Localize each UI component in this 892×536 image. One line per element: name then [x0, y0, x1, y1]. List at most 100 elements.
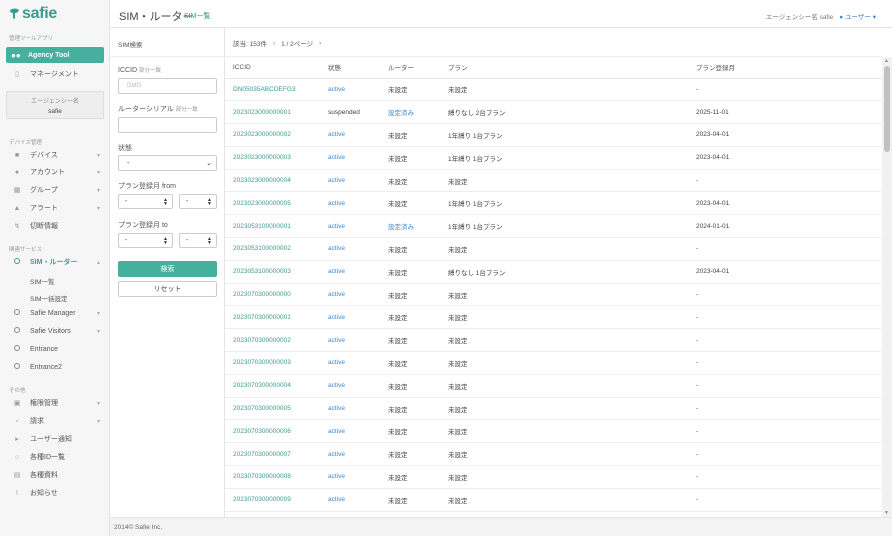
nav-account[interactable]: ● アカウント ▾ [0, 165, 110, 179]
radio-icon [12, 363, 22, 371]
status-cell: suspended [328, 100, 388, 125]
scroll-down-icon[interactable]: ▼ [884, 510, 889, 516]
plan-from-year-select[interactable]: - ▲ ▼ [118, 194, 173, 209]
nav-entrance[interactable]: Entrance [0, 342, 110, 356]
plan-cell: 1年縛り 1台プラン [448, 123, 696, 147]
plan-month-cell: 2023-04-01 [696, 191, 884, 216]
iccid-label-text: ICCID [118, 67, 138, 74]
iccid-link[interactable]: 2023053100000003 [225, 260, 328, 284]
nav-sim-list[interactable]: SIM一覧 [30, 276, 55, 286]
vertical-scrollbar[interactable]: ▲ ▼ [882, 57, 892, 517]
table-row: 2023023000000003 active 未設定 1年縛り 1台プラン 2023-… [225, 146, 884, 170]
plan-to-year-select[interactable]: - ▲ ▼ [118, 233, 173, 248]
user-menu[interactable]: ● ユーザー ▾ [839, 11, 876, 21]
iccid-link[interactable]: 2023070300000009 [225, 488, 328, 512]
nav-device[interactable]: ■ デバイス ▾ [0, 148, 110, 162]
nav-safie-visitors[interactable]: Safie Visitors ▾ [0, 324, 110, 338]
router-cell[interactable]: 設定済み [388, 100, 448, 125]
iccid-input[interactable]: DMO [118, 78, 217, 94]
iccid-link[interactable]: 2023070300000008 [225, 465, 328, 489]
nav-id-list[interactable]: ○ 各種ID一覧 [0, 450, 110, 464]
nav-safie-manager-label: Safie Manager [30, 309, 76, 317]
plan-cell: 未設定 [448, 465, 696, 489]
plan-cell: 未設定 [448, 305, 696, 330]
chevron-down-icon: ▾ [96, 328, 100, 335]
column-header-iccid[interactable]: ICCID [225, 57, 328, 79]
plan-from-label: プラン登録月 from [118, 183, 176, 190]
search-button[interactable]: 検索 [118, 261, 217, 277]
iccid-link[interactable]: 2023023000000002 [225, 123, 328, 147]
nav-news[interactable]: ! お知らせ [0, 486, 110, 500]
iccid-link[interactable]: 2023023000000004 [225, 169, 328, 193]
plan-month-cell: - [696, 305, 884, 330]
iccid-link[interactable]: 2023070300000000 [225, 283, 328, 307]
router-serial-input[interactable] [118, 117, 217, 133]
router-cell: 未設定 [388, 328, 448, 353]
iccid-link[interactable]: 2023070300000003 [225, 351, 328, 375]
iccid-link[interactable]: 2023070300000005 [225, 397, 328, 421]
status-cell: active [328, 283, 388, 307]
nav-sim-bulk[interactable]: SIM一括設定 [30, 293, 68, 303]
router-cell: 未設定 [388, 442, 448, 467]
iccid-link[interactable]: 2023023000000001 [225, 100, 328, 125]
plan-month-cell: - [696, 283, 884, 307]
plan-cell: 未設定 [448, 442, 696, 467]
column-header-router[interactable]: ルーター [388, 57, 448, 79]
column-header-plan[interactable]: プラン [448, 57, 696, 79]
nav-alert-label: アラート [30, 205, 58, 212]
plan-cell: 未設定 [448, 283, 696, 307]
nav-safie-manager[interactable]: Safie Manager ▾ [0, 306, 110, 320]
status-select[interactable]: - ⌄ [118, 155, 217, 171]
iccid-link[interactable]: DN05035ABCDEFG3 [225, 78, 328, 102]
nav-entrance2-label: Entrance2 [30, 363, 62, 371]
nav-billing[interactable]: ▫ 請求 ▾ [0, 414, 110, 428]
iccid-label: ICCID 部分一致 [118, 66, 161, 74]
status-cell: active [328, 397, 388, 421]
iccid-link[interactable]: 2023070300000004 [225, 374, 328, 398]
iccid-link[interactable]: 2023053100000002 [225, 237, 328, 261]
next-page-button[interactable]: › [319, 40, 321, 47]
router-cell[interactable]: 設定済み [388, 214, 448, 239]
plan-cell: 1年縛り 1台プラン [448, 191, 696, 216]
nav-user-notice[interactable]: ▸ ユーザー通知 [0, 432, 110, 446]
iccid-link[interactable]: 2023070300000007 [225, 442, 328, 467]
nav-permissions[interactable]: ▣ 権限管理 ▾ [0, 396, 110, 410]
chevron-down-icon: ▾ [96, 310, 100, 317]
logo-leaf-icon [9, 8, 20, 20]
column-header-plan-month[interactable]: プラン登録月 [696, 57, 884, 79]
nav-management[interactable]: ▯ マネージメント [0, 67, 110, 81]
table-row: 2023023000000005 active 未設定 1年縛り 1台プラン 2023-… [225, 191, 884, 216]
nav-sim-router[interactable]: SIM・ルーター ▴ [0, 255, 110, 269]
top-bar: SIM・ルーター SIM一覧 エージェンシー名 safie ● ユーザー ▾ [110, 0, 892, 28]
column-header-status[interactable]: 状態 [328, 57, 388, 79]
nav-documents[interactable]: ▤ 各種資料 [0, 468, 110, 482]
iccid-link[interactable]: 2023053100000001 [225, 214, 328, 239]
reset-button[interactable]: リセット [118, 281, 217, 297]
iccid-link[interactable]: 2023023000000005 [225, 191, 328, 216]
bolt-icon: ↯ [14, 223, 20, 230]
plan-to-month-select[interactable]: - ▲ ▼ [179, 233, 217, 248]
iccid-link[interactable]: 2023070300000001 [225, 305, 328, 330]
plan-cell: 縛りなし 2台プラン [448, 100, 696, 125]
plan-month-cell: 2023-04-01 [696, 123, 884, 147]
nav-disconnect[interactable]: ↯ 切断情報 [0, 219, 110, 233]
scroll-thumb[interactable] [884, 66, 890, 152]
nav-entrance2[interactable]: Entrance2 [0, 360, 110, 374]
scroll-up-icon[interactable]: ▲ [884, 58, 889, 64]
chevron-down-icon: ▾ [96, 400, 100, 407]
agency-box-title: エージェンシー名 [31, 99, 79, 105]
nav-agency-tool[interactable]: ●● Agency Tool [6, 47, 104, 63]
plan-from-month-select[interactable]: - ▲ ▼ [179, 194, 217, 209]
router-cell: 未設定 [388, 397, 448, 421]
prev-page-button[interactable]: ‹ [273, 40, 275, 47]
nav-group[interactable]: ▦ グループ ▾ [0, 183, 110, 197]
iccid-link[interactable]: 2023070300000006 [225, 419, 328, 444]
breadcrumb-sim-list[interactable]: SIM一覧 [184, 11, 210, 21]
iccid-link[interactable]: 2023070300000002 [225, 328, 328, 353]
safie-logo[interactable]: safie [9, 5, 57, 22]
nav-alert[interactable]: ▲ アラート ▾ [0, 201, 110, 215]
status-cell: active [328, 146, 388, 170]
router-serial-hint: 部分一致 [175, 107, 198, 113]
iccid-link[interactable]: 2023023000000003 [225, 146, 328, 170]
result-count: 該当: 153件 [233, 41, 267, 48]
